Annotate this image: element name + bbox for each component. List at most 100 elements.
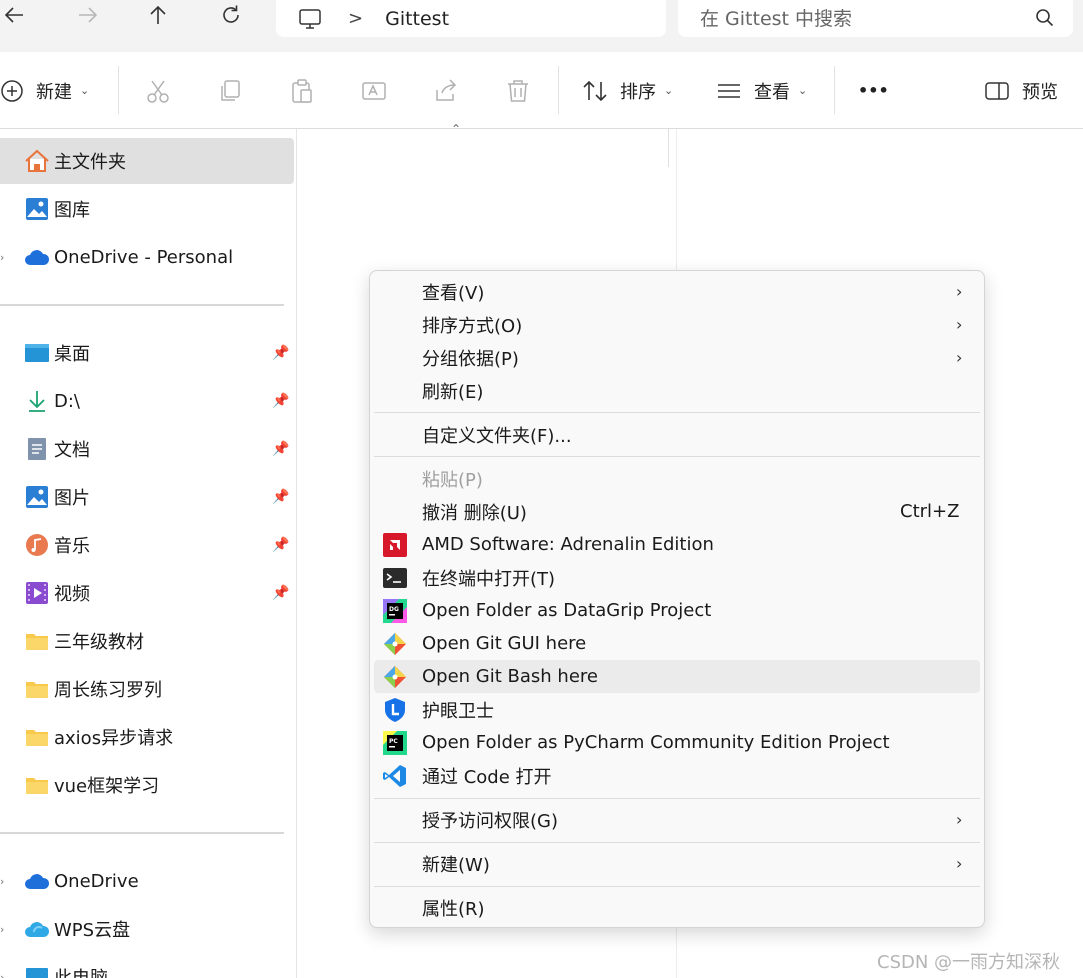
svg-text:PC: PC xyxy=(389,738,398,745)
sidebar-item-onedrive[interactable]: › OneDrive xyxy=(0,858,294,904)
menu-item-undo-delete[interactable]: 撤消 删除(U) Ctrl+Z xyxy=(374,495,980,528)
refresh-button[interactable] xyxy=(211,0,251,30)
menu-item-refresh[interactable]: 刷新(E) xyxy=(374,374,980,407)
sidebar-item-folder[interactable]: axios异步请求 xyxy=(0,714,294,760)
menu-item-amd-software[interactable]: AMD Software: Adrenalin Edition xyxy=(374,528,980,561)
menu-item-eye-guard[interactable]: 护眼卫士 xyxy=(374,693,980,726)
menu-item-label: 排序方式(O) xyxy=(422,315,523,337)
view-button-label: 查看 xyxy=(754,81,790,103)
column-divider[interactable] xyxy=(668,129,669,167)
chevron-down-icon: ⌄ xyxy=(798,84,808,97)
sidebar-item-home[interactable]: 主文件夹 xyxy=(0,138,294,184)
rename-icon[interactable] xyxy=(361,78,387,104)
sidebar-item-label: 周长练习罗列 xyxy=(54,680,162,701)
pin-icon[interactable]: 📌 xyxy=(272,489,289,505)
sidebar-item-label: D:\ xyxy=(54,390,80,412)
menu-item-paste[interactable]: 粘贴(P) xyxy=(374,462,980,495)
search-box[interactable] xyxy=(678,0,1073,37)
menu-item-grant-access[interactable]: 授予访问权限(G) › xyxy=(374,803,980,836)
sidebar-item-pictures[interactable]: 图片 📌 xyxy=(0,474,294,520)
sidebar-item-folder[interactable]: 三年级教材 xyxy=(0,618,294,664)
search-icon[interactable] xyxy=(1035,8,1055,32)
chevron-right-icon[interactable]: › xyxy=(0,251,4,264)
menu-item-datagrip[interactable]: DG Open Folder as DataGrip Project xyxy=(374,594,980,627)
delete-icon[interactable] xyxy=(505,78,531,104)
menu-item-git-bash[interactable]: Open Git Bash here xyxy=(374,660,980,693)
navigation-pane: 主文件夹 图库 › OneDrive - Personal 桌面 📌 D:\ 📌… xyxy=(0,129,297,978)
sidebar-item-desktop[interactable]: 桌面 📌 xyxy=(0,330,294,376)
menu-item-label: 通过 Code 打开 xyxy=(422,766,552,788)
paste-icon[interactable] xyxy=(289,78,315,104)
sidebar-item-folder[interactable]: vue框架学习 xyxy=(0,762,294,808)
breadcrumb-current[interactable]: Gittest xyxy=(385,8,449,30)
menu-item-label: 新建(W) xyxy=(422,854,490,876)
path-box[interactable]: > Gittest xyxy=(276,0,666,37)
forward-button[interactable] xyxy=(68,0,108,30)
sidebar-item-music[interactable]: 音乐 📌 xyxy=(0,522,294,568)
preview-button[interactable]: 预览 xyxy=(984,52,1058,129)
sidebar-divider xyxy=(0,832,284,834)
desktop-icon xyxy=(24,340,50,366)
search-input[interactable] xyxy=(700,7,1020,30)
menu-item-open-vscode[interactable]: 通过 Code 打开 xyxy=(374,759,980,792)
menu-item-group-by[interactable]: 分组依据(P) › xyxy=(374,341,980,374)
cloud-icon xyxy=(24,244,50,270)
sidebar-item-d-drive[interactable]: D:\ 📌 xyxy=(0,378,294,424)
view-button[interactable]: 查看 ⌄ xyxy=(716,52,807,129)
copy-icon[interactable] xyxy=(217,78,243,104)
arrow-left-icon xyxy=(4,7,23,23)
sort-button[interactable]: 排序 ⌄ xyxy=(582,52,673,129)
menu-item-label: 查看(V) xyxy=(422,282,485,304)
sidebar-item-wps[interactable]: › WPS云盘 xyxy=(0,906,294,952)
up-button[interactable] xyxy=(138,0,178,30)
menu-item-git-gui[interactable]: Open Git GUI here xyxy=(374,627,980,660)
share-icon[interactable] xyxy=(433,78,459,104)
menu-item-label: 在终端中打开(T) xyxy=(422,568,556,590)
sort-indicator-icon: ⌃ xyxy=(451,122,462,136)
pin-icon[interactable]: 📌 xyxy=(272,345,289,361)
sidebar-item-documents[interactable]: 文档 📌 xyxy=(0,426,294,472)
sidebar-item-this-pc[interactable]: › 此电脑 xyxy=(0,954,294,978)
menu-item-view[interactable]: 查看(V) › xyxy=(374,275,980,308)
menu-item-label: 分组依据(P) xyxy=(422,348,519,370)
sidebar-item-label: 音乐 xyxy=(54,536,90,557)
sidebar-item-gallery[interactable]: 图库 xyxy=(0,186,294,232)
command-bar: 新建 ⌄ 排序 ⌄ 查看 ⌄ ••• 预览 xyxy=(0,52,1083,129)
sidebar-item-folder[interactable]: 周长练习罗列 xyxy=(0,666,294,712)
back-button[interactable] xyxy=(0,0,34,30)
preview-button-label: 预览 xyxy=(1022,81,1058,103)
pin-icon[interactable]: 📌 xyxy=(272,393,289,409)
menu-item-pycharm[interactable]: PC Open Folder as PyCharm Community Edit… xyxy=(374,726,980,759)
folder-icon xyxy=(24,676,50,702)
menu-item-open-terminal[interactable]: 在终端中打开(T) xyxy=(374,561,980,594)
chevron-right-icon[interactable]: › xyxy=(0,923,4,936)
gallery-icon xyxy=(24,196,50,222)
sidebar-item-onedrive-personal[interactable]: › OneDrive - Personal xyxy=(0,234,294,280)
sidebar-item-videos[interactable]: 视频 📌 xyxy=(0,570,294,616)
menu-item-sort-by[interactable]: 排序方式(O) › xyxy=(374,308,980,341)
breadcrumb-separator[interactable]: > xyxy=(348,8,363,29)
new-button[interactable]: 新建 ⌄ xyxy=(0,52,89,129)
menu-item-new[interactable]: 新建(W) › xyxy=(374,847,980,880)
menu-item-customize-folder[interactable]: 自定义文件夹(F)... xyxy=(374,418,980,451)
sort-icon xyxy=(583,80,607,101)
menu-item-label: 刷新(E) xyxy=(422,381,484,403)
menu-separator xyxy=(374,412,980,413)
pin-icon[interactable]: 📌 xyxy=(272,585,289,601)
menu-item-label: 属性(R) xyxy=(422,898,485,920)
chevron-right-icon[interactable]: › xyxy=(0,971,4,978)
cut-icon[interactable] xyxy=(145,78,171,104)
sidebar-item-label: WPS云盘 xyxy=(54,920,131,941)
view-list-icon xyxy=(718,83,740,98)
sidebar-item-label: vue框架学习 xyxy=(54,776,160,797)
pin-icon[interactable]: 📌 xyxy=(272,537,289,553)
more-options-button[interactable]: ••• xyxy=(858,52,889,129)
pycharm-icon: PC xyxy=(383,731,407,755)
menu-separator xyxy=(374,886,980,887)
toolbar-divider xyxy=(118,66,119,114)
menu-item-properties[interactable]: 属性(R) xyxy=(374,891,980,924)
pin-icon[interactable]: 📌 xyxy=(272,441,289,457)
chevron-right-icon[interactable]: › xyxy=(0,875,4,888)
sidebar-item-label: 此电脑 xyxy=(54,964,108,978)
watermark: CSDN @一雨方知深秋 xyxy=(877,952,1061,973)
